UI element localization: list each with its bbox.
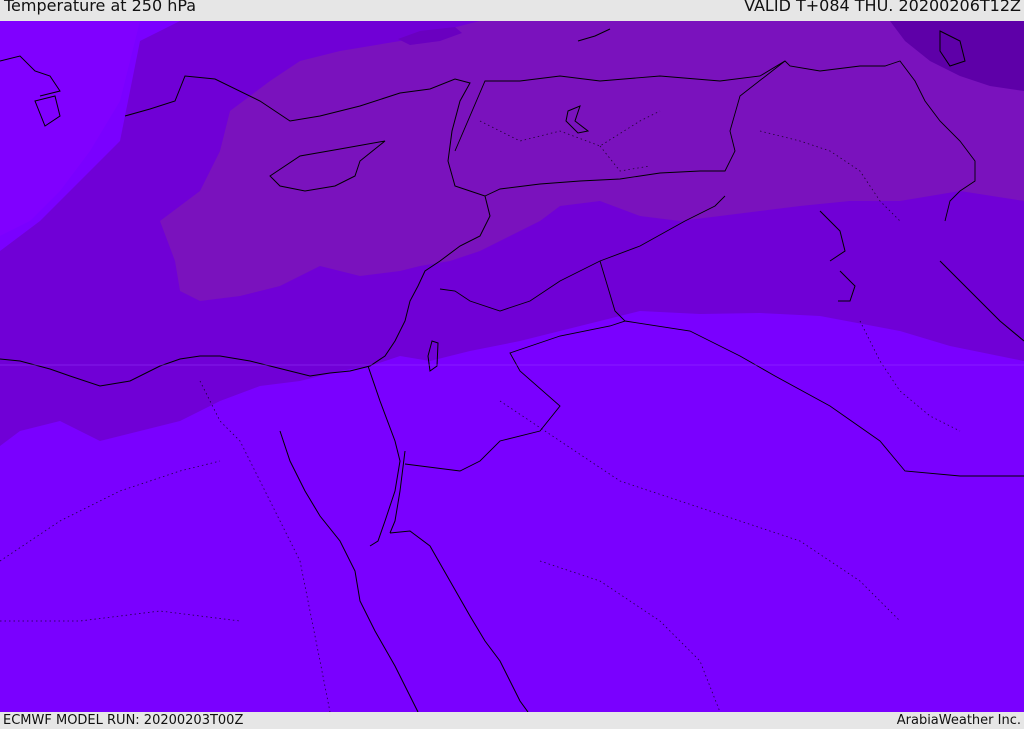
valid-time-label: VALID T+084 THU. 20200206T12Z (744, 0, 1021, 15)
map-title: Temperature at 250 hPa (4, 0, 197, 15)
temperature-map (0, 21, 1024, 712)
map-footer: ECMWF MODEL RUN: 20200203T00Z ArabiaWeat… (0, 712, 1024, 729)
credit-label: ArabiaWeather Inc. (896, 713, 1021, 728)
map-header: Temperature at 250 hPa VALID T+084 THU. … (0, 0, 1024, 21)
model-run-label: ECMWF MODEL RUN: 20200203T00Z (3, 713, 244, 728)
